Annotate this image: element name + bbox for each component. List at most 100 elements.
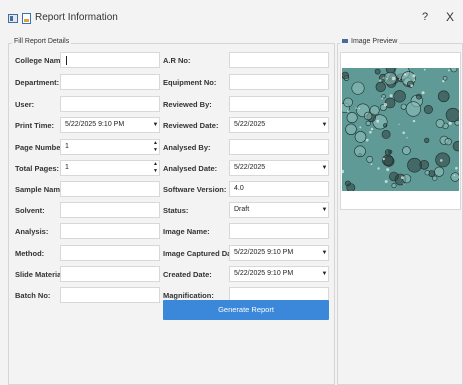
title-bar: Report Information ? X [0,0,463,38]
left-input-10[interactable] [60,266,160,282]
particle [410,84,414,87]
left-input-9[interactable] [60,245,160,261]
particle [423,104,433,114]
right-combo-5[interactable]: 5/22/2025 ▼ [229,160,329,176]
particle [345,123,357,135]
spin-down-icon[interactable]: ▼ [152,147,159,154]
particle [444,138,452,146]
dropdown-arrow-icon[interactable]: ▼ [321,246,328,260]
left-label-10: Slide Material: [15,270,66,279]
particle [375,81,386,92]
left-value-4: 1 [65,143,69,150]
right-input-1[interactable] [229,74,329,90]
particle [403,183,405,185]
left-label-9: Method: [15,249,45,258]
left-value-3: 5/22/2025 9:10 PM [65,121,125,128]
right-label-0: A.R No: [163,56,191,65]
particle [382,157,385,161]
right-combo-3[interactable]: 5/22/2025 ▼ [229,117,329,133]
particle [347,110,349,113]
left-label-11: Batch No: [15,291,51,300]
particle [383,103,388,107]
spin-down-icon[interactable]: ▼ [152,168,159,175]
right-input-4[interactable] [229,139,329,155]
left-spinbox-5[interactable]: 1 ▲ ▼ [60,160,160,176]
particle [442,80,445,83]
right-label-5: Analysed Date: [163,164,218,173]
dropdown-arrow-icon[interactable]: ▼ [321,118,328,132]
particle [383,123,388,128]
particle [424,137,430,143]
left-input-7[interactable] [60,202,160,218]
particle [379,79,382,82]
particle [381,97,384,100]
left-input-0[interactable] [60,52,160,68]
particle [437,90,450,103]
particle [382,154,394,167]
dropdown-arrow-icon[interactable]: ▼ [321,267,328,281]
particle [370,127,374,131]
generate-report-button[interactable]: Generate Report [163,300,329,320]
particle [343,97,353,108]
right-combo-10[interactable]: 5/22/2025 9:10 PM ▼ [229,266,329,282]
left-label-5: Total Pages: [15,164,60,173]
right-label-1: Equipment No: [163,78,217,87]
window-title: Report Information [35,12,118,23]
left-input-1[interactable] [60,74,160,90]
dropdown-arrow-icon[interactable]: ▼ [321,203,328,217]
right-input-2[interactable] [229,96,329,112]
particle [384,149,392,156]
right-label-8: Image Name: [163,227,210,236]
spin-up-icon[interactable]: ▲ [152,140,159,147]
left-label-4: Page Number: [15,143,66,152]
report-details-legend: Fill Report Details [12,38,72,45]
left-label-8: Analysis: [15,227,49,236]
left-input-8[interactable] [60,223,160,239]
particle [355,107,357,109]
right-combo-7[interactable]: Draft ▼ [229,202,329,218]
right-label-3: Reviewed Date: [163,121,219,130]
spin-up-icon[interactable]: ▲ [152,161,159,168]
right-input-8[interactable] [229,223,329,239]
dropdown-arrow-icon[interactable]: ▼ [152,118,159,132]
text-caret [66,56,67,65]
right-input-6[interactable]: 4.0 [229,181,329,197]
particle [421,91,425,95]
particle [398,78,401,80]
particle [365,138,369,142]
right-label-10: Created Date: [163,270,212,279]
particle [346,183,356,191]
particle [366,156,374,163]
right-value-5: 5/22/2025 [234,164,266,171]
image-preview-label: Image Preview [351,38,398,45]
particle [416,93,422,100]
left-label-2: User: [15,100,35,109]
left-spinbox-4[interactable]: 1 ▲ ▼ [60,139,160,155]
particle [404,73,407,76]
particle [381,130,391,139]
particle [450,68,458,73]
right-label-2: Reviewed By: [163,100,212,109]
particle [447,69,450,72]
left-input-11[interactable] [60,287,160,303]
help-button[interactable]: ? [422,11,428,23]
right-combo-9[interactable]: 5/22/2025 9:10 PM ▼ [229,245,329,261]
particle [389,171,399,182]
particle [386,168,390,172]
right-input-0[interactable] [229,52,329,68]
left-value-5: 1 [65,164,69,171]
left-label-6: Sample Name: [15,185,67,194]
particle [402,146,411,155]
particle [435,152,451,168]
left-combo-3[interactable]: 5/22/2025 9:10 PM ▼ [60,117,160,133]
left-input-6[interactable] [60,181,160,197]
right-value-7: Draft [234,206,250,213]
particle [448,121,452,125]
particle [393,90,406,103]
particle [389,94,393,98]
left-input-2[interactable] [60,96,160,112]
close-button[interactable]: X [446,10,454,24]
particle [402,131,405,135]
dropdown-arrow-icon[interactable]: ▼ [321,161,328,175]
particle [391,183,397,189]
